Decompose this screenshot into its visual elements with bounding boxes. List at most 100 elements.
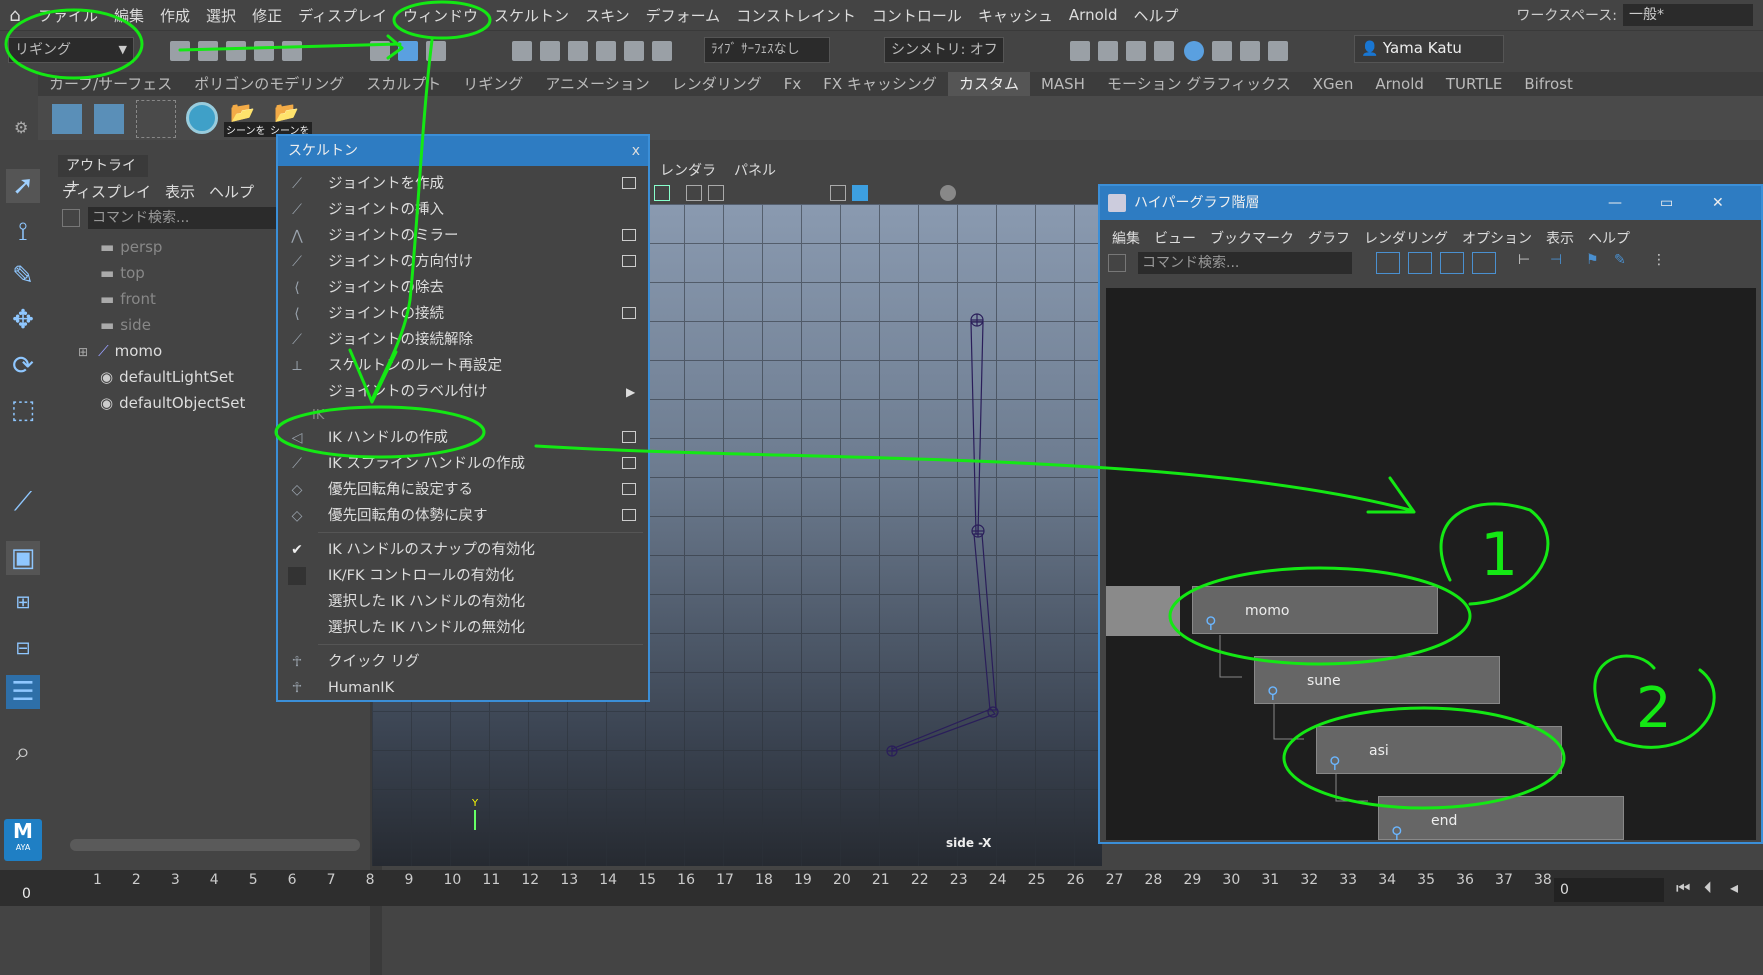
user-account-dropdown[interactable]: 👤 Yama Katu [1354, 35, 1504, 63]
search-icon[interactable]: ⌕ [6, 735, 40, 769]
snap-pivot-icon[interactable] [652, 41, 672, 61]
paint-select-tool-icon[interactable]: ✎ [6, 259, 40, 293]
outliner-menu-display[interactable]: ディスプレイ [62, 181, 151, 202]
expand-icon[interactable]: ⊞ [78, 345, 88, 359]
menu-display[interactable]: ディスプレイ [290, 5, 395, 26]
menu-skin[interactable]: スキン [577, 5, 638, 26]
outliner-item-defaultlightset[interactable]: ◉ defaultLightSet [100, 365, 234, 389]
undo-icon[interactable] [254, 41, 274, 61]
menu-item-ikfk-control[interactable]: IK/FK コントロールの有効化 [278, 564, 648, 588]
menu-item-humanik[interactable]: ☥ HumanIK [278, 676, 648, 700]
menu-edit[interactable]: 編集 [106, 5, 152, 26]
collapse-icon[interactable] [1408, 252, 1432, 274]
tab-poly-modeling[interactable]: ポリゴンのモデリング [183, 72, 355, 96]
step-back-frame-icon[interactable]: ◂ [1730, 878, 1738, 897]
tab-fx-caching[interactable]: FX キャッシング [812, 72, 948, 96]
option-box-icon[interactable] [622, 483, 636, 495]
tab-rendering[interactable]: レンダリング [661, 72, 773, 96]
move-tool-icon[interactable]: ✥ [6, 303, 40, 337]
hierarchy-layout-icon[interactable] [1376, 252, 1400, 274]
folder-shelf-icon-2[interactable]: 📂 [274, 100, 299, 124]
bookmark-icon[interactable]: ⚑ [1586, 252, 1610, 274]
home-icon[interactable]: ⌂ [0, 0, 30, 30]
folder-shelf-icon[interactable]: 📂 [230, 100, 255, 124]
outliner-tab[interactable]: アウトライナ [58, 155, 148, 196]
maximize-icon[interactable]: ▭ [1660, 186, 1673, 220]
select-hierarchy-icon[interactable] [370, 41, 390, 61]
menu-item-remove-joint[interactable]: ⟨ ジョイントの除去 [278, 276, 648, 300]
menu-arnold[interactable]: Arnold [1061, 6, 1126, 24]
tab-fx[interactable]: Fx [773, 72, 813, 96]
node-end[interactable]: ⚲ end [1378, 796, 1624, 842]
lasso-tool-icon[interactable]: ⟟ [6, 215, 40, 249]
close-icon[interactable]: ✕ [1712, 186, 1724, 220]
sphere-shelf-icon[interactable] [186, 102, 218, 134]
outliner-item-front[interactable]: ▬ front [100, 287, 156, 311]
hg-menu-options[interactable]: オプション [1462, 228, 1532, 248]
hg-menu-graph[interactable]: グラフ [1308, 228, 1350, 248]
menu-item-set-preferred-angle[interactable]: ◇ 優先回転角に設定する [278, 478, 648, 502]
close-icon[interactable]: x [632, 136, 640, 166]
hg-menu-edit[interactable]: 編集 [1112, 228, 1140, 248]
tab-xgen[interactable]: XGen [1302, 72, 1365, 96]
menu-item-ik-snap[interactable]: ✔ IK ハンドルのスナップの有効化 [278, 538, 648, 562]
menu-item-disable-ik[interactable]: 選択した IK ハンドルの無効化 [278, 616, 648, 640]
symmetry-dropdown[interactable]: シンメトリ: オフ [884, 37, 1004, 63]
menu-control[interactable]: コントロール [864, 5, 970, 26]
tab-arnold[interactable]: Arnold [1364, 72, 1435, 96]
frame-icon[interactable] [1472, 252, 1496, 274]
edit-bookmark-icon[interactable]: ✎ [1614, 252, 1638, 274]
snap-surface-icon[interactable] [624, 41, 644, 61]
tab-mash[interactable]: MASH [1030, 72, 1096, 96]
time-slider[interactable]: 1 2 3 4 5 6 7 8 9 10 11 12 13 14 15 16 17 18 19 20 21 22 23 24 2… [0, 870, 1763, 906]
viewport-menu-renderer[interactable]: レンダラ [660, 160, 716, 180]
hypergraph-title-bar[interactable]: ハイパーグラフ階層 — ▭ ✕ [1100, 186, 1761, 220]
wireframe-icon[interactable] [830, 185, 846, 201]
time-slider-ticks[interactable]: 1 2 3 4 5 6 7 8 9 10 11 12 13 14 15 16 17 18 19 20 21 22 23 24 2… [14, 870, 1554, 906]
hg-menu-view[interactable]: ビュー [1154, 228, 1196, 248]
menu-item-assume-preferred-angle[interactable]: ◇ 優先回転角の体勢に戻す [278, 504, 648, 528]
layout-two-icon[interactable]: ⊟ [6, 631, 40, 665]
shelf-settings-gear-icon[interactable]: ⚙ [14, 118, 28, 137]
snap-grid-icon[interactable] [512, 41, 532, 61]
menu-skeleton[interactable]: スケルトン [486, 5, 577, 26]
grid-icon[interactable] [686, 185, 702, 201]
node-asi[interactable]: ⚲ asi [1316, 726, 1562, 774]
tab-turtle[interactable]: TURTLE [1435, 72, 1513, 96]
expand-icon[interactable] [1440, 252, 1464, 274]
outliner-layout-icon[interactable]: ☰ [6, 675, 40, 709]
hypergraph-canvas[interactable]: ⚲ momo ⚲ sune ⚲ asi ⚲ end [1106, 288, 1756, 842]
outliner-item-momo[interactable]: ⊞ ⟋ momo [78, 339, 162, 363]
render-view-icon[interactable] [1070, 41, 1090, 61]
outliner-item-top[interactable]: ▬ top [100, 261, 145, 285]
hg-menu-rendering[interactable]: レンダリング [1364, 228, 1448, 248]
option-box-icon[interactable] [622, 307, 636, 319]
smooth-shade-icon[interactable] [852, 185, 868, 201]
outliner-menu-help[interactable]: ヘルプ [209, 181, 254, 202]
menu-file[interactable]: ファイル [30, 5, 106, 26]
render-settings-icon[interactable] [1154, 41, 1174, 61]
go-to-start-icon[interactable]: ⏮ [1676, 878, 1690, 898]
rotate-tool-icon[interactable]: ⟳ [6, 349, 40, 383]
snap-view-icon[interactable] [654, 185, 670, 201]
new-scene-icon[interactable] [170, 41, 190, 61]
tab-bifrost[interactable]: Bifrost [1513, 72, 1583, 96]
render-frame-icon[interactable] [1098, 41, 1118, 61]
menu-item-mirror-joints[interactable]: ⋀ ジョイントのミラー [278, 224, 648, 248]
search-filter-icon[interactable] [1108, 254, 1126, 272]
scale-tool-icon[interactable]: ⬚ [6, 393, 40, 427]
light-editor-icon[interactable] [1240, 41, 1260, 61]
menu-item-disconnect-joint[interactable]: ⟋ ジョイントの接続解除 [278, 328, 648, 352]
menu-modify[interactable]: 修正 [244, 5, 290, 26]
graph-down-icon[interactable]: ⊣ [1550, 252, 1574, 274]
menu-item-insert-joint[interactable]: ⟋ ジョイントの挿入 [278, 198, 648, 222]
menu-select[interactable]: 選択 [198, 5, 244, 26]
menu-item-quick-rig[interactable]: ☥ クイック リグ [278, 650, 648, 674]
menu-window[interactable]: ウィンドウ [395, 5, 486, 26]
option-box-icon[interactable] [622, 255, 636, 267]
outliner-horizontal-scrollbar[interactable] [70, 839, 360, 851]
menu-constrain[interactable]: コンストレイント [728, 5, 864, 26]
redo-icon[interactable] [282, 41, 302, 61]
outliner-item-persp[interactable]: ▬ persp [100, 235, 162, 259]
menu-cache[interactable]: キャッシュ [970, 5, 1061, 26]
